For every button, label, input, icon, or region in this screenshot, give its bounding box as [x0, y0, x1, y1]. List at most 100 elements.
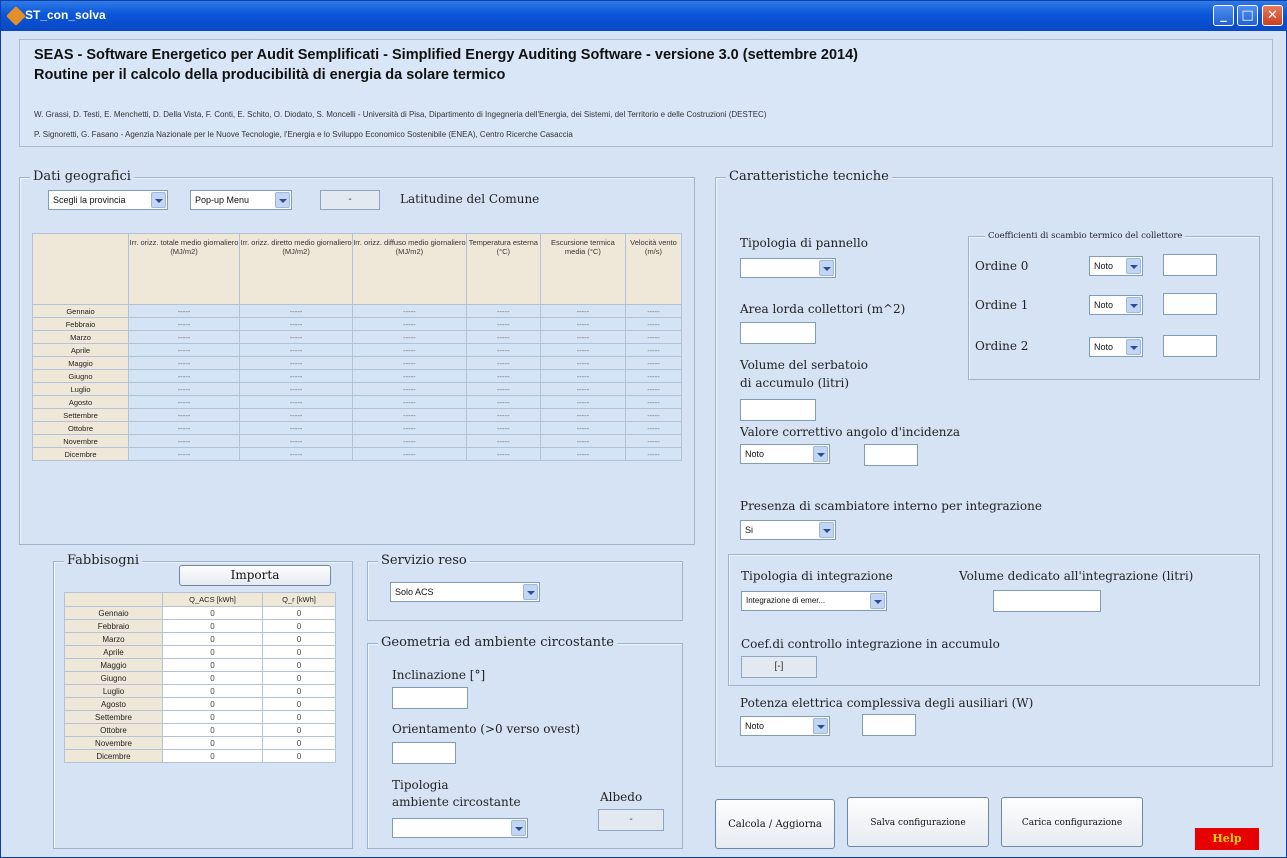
table-cell[interactable]: ----- — [624, 356, 683, 370]
order2-select[interactable]: Noto — [1089, 337, 1143, 357]
table-cell[interactable]: 0 — [262, 671, 336, 685]
table-cell[interactable]: ----- — [239, 304, 354, 318]
table-cell[interactable]: ----- — [539, 369, 626, 383]
table-cell[interactable]: ----- — [127, 447, 241, 461]
order0-input[interactable] — [1163, 254, 1217, 276]
table-cell[interactable]: ----- — [539, 343, 626, 357]
table-cell[interactable]: ----- — [352, 330, 467, 344]
help-button[interactable]: Help — [1195, 828, 1259, 850]
table-cell[interactable]: ----- — [465, 447, 541, 461]
table-cell[interactable]: ----- — [239, 421, 354, 435]
table-cell[interactable]: ----- — [127, 434, 241, 448]
table-cell[interactable]: ----- — [465, 408, 541, 422]
title-bar[interactable]: ST_con_solva _ □ ✕ — [1, 1, 1287, 31]
table-cell[interactable]: ----- — [465, 356, 541, 370]
table-cell[interactable]: ----- — [127, 408, 241, 422]
table-cell[interactable]: ----- — [624, 304, 683, 318]
close-button[interactable]: ✕ — [1262, 5, 1283, 26]
table-cell[interactable]: ----- — [465, 330, 541, 344]
table-cell[interactable]: ----- — [465, 304, 541, 318]
table-cell[interactable]: 0 — [262, 632, 336, 646]
table-cell[interactable]: 0 — [262, 749, 336, 763]
table-cell[interactable]: ----- — [465, 421, 541, 435]
table-cell[interactable]: ----- — [127, 382, 241, 396]
table-cell[interactable]: ----- — [239, 356, 354, 370]
import-button[interactable]: Importa — [179, 565, 331, 586]
table-cell[interactable]: ----- — [127, 304, 241, 318]
table-cell[interactable]: ----- — [352, 382, 467, 396]
order1-input[interactable] — [1163, 293, 1217, 315]
table-cell[interactable]: ----- — [239, 395, 354, 409]
table-cell[interactable]: ----- — [239, 408, 354, 422]
table-cell[interactable]: ----- — [624, 447, 683, 461]
table-cell[interactable]: ----- — [624, 343, 683, 357]
table-cell[interactable]: ----- — [352, 369, 467, 383]
table-cell[interactable]: ----- — [465, 382, 541, 396]
table-cell[interactable]: ----- — [352, 408, 467, 422]
table-cell[interactable]: ----- — [539, 317, 626, 331]
load-config-button[interactable]: Carica configurazione — [1001, 797, 1143, 847]
table-cell[interactable]: 0 — [161, 710, 264, 724]
iam-select[interactable]: Noto — [740, 444, 830, 464]
table-cell[interactable]: ----- — [539, 408, 626, 422]
order1-select[interactable]: Noto — [1089, 295, 1143, 315]
table-cell[interactable]: ----- — [239, 382, 354, 396]
table-cell[interactable]: ----- — [127, 369, 241, 383]
table-cell[interactable]: ----- — [127, 330, 241, 344]
table-cell[interactable]: 0 — [161, 632, 264, 646]
order2-input[interactable] — [1163, 335, 1217, 357]
table-cell[interactable]: ----- — [539, 421, 626, 435]
table-cell[interactable]: 0 — [262, 606, 336, 620]
table-cell[interactable]: ----- — [624, 434, 683, 448]
table-cell[interactable]: 0 — [262, 723, 336, 737]
table-cell[interactable]: 0 — [161, 749, 264, 763]
table-cell[interactable]: 0 — [161, 671, 264, 685]
table-cell[interactable]: 0 — [161, 723, 264, 737]
table-cell[interactable]: ----- — [239, 317, 354, 331]
comune-select[interactable]: Pop-up Menu — [190, 190, 292, 210]
table-cell[interactable]: ----- — [465, 317, 541, 331]
aux-power-input[interactable] — [862, 714, 916, 736]
table-cell[interactable]: ----- — [624, 369, 683, 383]
table-cell[interactable]: 0 — [161, 697, 264, 711]
table-cell[interactable]: ----- — [352, 395, 467, 409]
table-cell[interactable]: 0 — [161, 619, 264, 633]
table-cell[interactable]: ----- — [352, 304, 467, 318]
table-cell[interactable]: ----- — [352, 356, 467, 370]
table-cell[interactable]: 0 — [262, 619, 336, 633]
needs-table[interactable]: Q_ACS [kWh] Q_r [kWh] Gennaio 0 0 Febbraio 0 0… — [64, 592, 336, 763]
order0-select[interactable]: Noto — [1089, 256, 1143, 276]
geo-table[interactable]: Irr. orizz. totale medio giornaliero (MJ… — [32, 233, 683, 461]
table-cell[interactable]: ----- — [624, 395, 683, 409]
aux-power-select[interactable]: Noto — [740, 716, 830, 736]
table-cell[interactable]: ----- — [624, 408, 683, 422]
table-cell[interactable]: ----- — [352, 434, 467, 448]
table-cell[interactable]: ----- — [624, 382, 683, 396]
table-cell[interactable]: ----- — [624, 421, 683, 435]
volume-input[interactable] — [740, 399, 816, 421]
table-cell[interactable]: 0 — [161, 606, 264, 620]
table-cell[interactable]: 0 — [262, 645, 336, 659]
table-cell[interactable]: ----- — [127, 343, 241, 357]
table-cell[interactable]: ----- — [539, 330, 626, 344]
table-cell[interactable]: 0 — [161, 658, 264, 672]
table-cell[interactable]: ----- — [127, 356, 241, 370]
calculate-button[interactable]: Calcola / Aggiorna — [715, 799, 835, 849]
table-cell[interactable]: ----- — [465, 434, 541, 448]
table-cell[interactable]: 0 — [262, 736, 336, 750]
table-cell[interactable]: ----- — [239, 434, 354, 448]
table-cell[interactable]: 0 — [262, 697, 336, 711]
table-cell[interactable]: ----- — [465, 343, 541, 357]
table-cell[interactable]: ----- — [624, 330, 683, 344]
table-cell[interactable]: ----- — [539, 304, 626, 318]
table-cell[interactable]: ----- — [352, 447, 467, 461]
table-cell[interactable]: ----- — [465, 395, 541, 409]
area-input[interactable] — [740, 322, 816, 344]
tilt-input[interactable] — [392, 687, 468, 709]
integration-type-select[interactable]: Integrazione di emer... — [741, 591, 887, 611]
maximize-button[interactable]: □ — [1237, 5, 1258, 26]
table-cell[interactable]: ----- — [539, 382, 626, 396]
exchanger-select[interactable]: Si — [740, 520, 836, 540]
table-cell[interactable]: ----- — [127, 317, 241, 331]
environment-select[interactable] — [392, 818, 528, 838]
